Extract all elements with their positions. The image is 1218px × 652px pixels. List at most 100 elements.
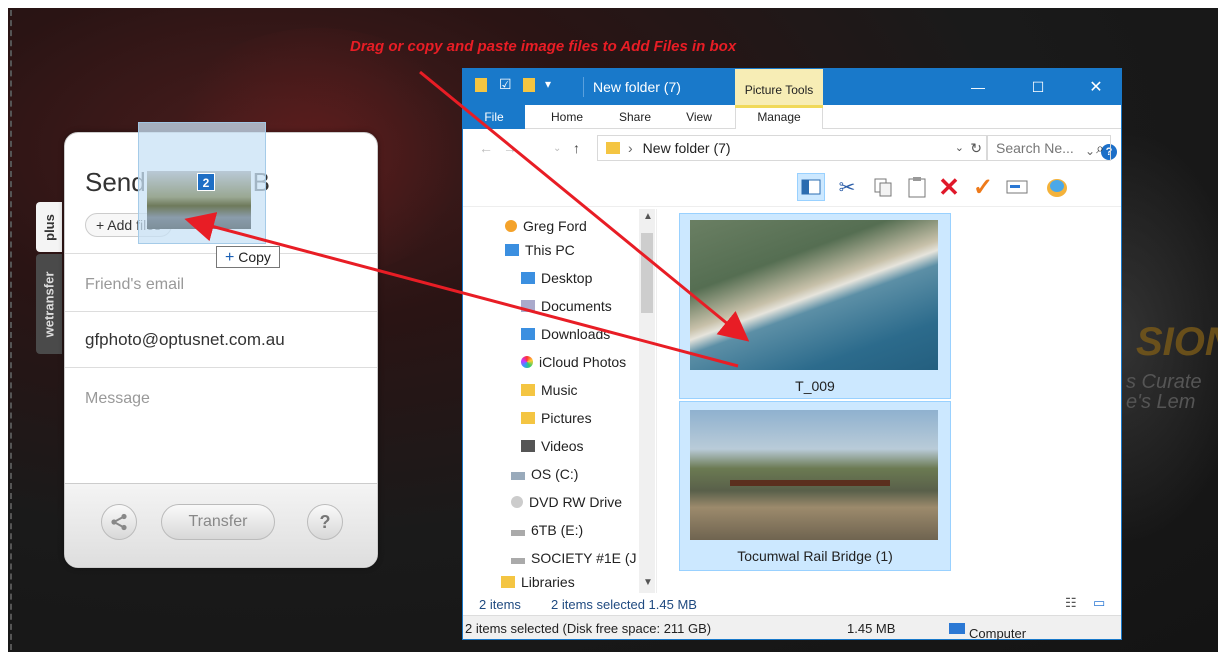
nav-item-music[interactable]: Music <box>521 379 578 401</box>
tab-view[interactable]: View <box>675 105 723 129</box>
delete-icon[interactable]: ✕ <box>935 172 963 202</box>
nav-item-greg-ford[interactable]: Greg Ford <box>505 215 587 237</box>
nav-scrollbar[interactable]: ▲ ▼ <box>639 209 655 593</box>
paste-icon[interactable] <box>903 173 931 201</box>
status-bar: 2 items 2 items selected 1.45 MB ☷ ▭ <box>463 593 1121 615</box>
file-item-t009[interactable]: T_009 <box>679 213 951 399</box>
location-label: Computer <box>949 621 1026 641</box>
nav-item-videos[interactable]: Videos <box>521 435 584 457</box>
icloud-icon <box>521 356 533 368</box>
scroll-down-icon[interactable]: ▼ <box>643 577 653 588</box>
nav-item-icloud-photos[interactable]: iCloud Photos <box>521 351 626 373</box>
file-list: T_009 Tocumwal Rail Bridge (1) <box>659 209 1121 593</box>
picture-tools-label: Picture Tools <box>735 69 823 105</box>
properties-icon[interactable]: ☑ <box>499 76 512 93</box>
tab-home[interactable]: Home <box>539 105 595 129</box>
drag-count-badge: 2 <box>197 173 215 191</box>
details-view-icon[interactable]: ☷ <box>1065 595 1077 611</box>
selection-detail: 2 items selected (Disk free space: 211 G… <box>465 621 712 636</box>
folder-icon <box>606 142 620 154</box>
search-input[interactable]: Search Ne... ⌕ <box>987 135 1111 161</box>
selection-size: 1.45 MB <box>847 621 896 636</box>
computer-icon <box>949 623 965 634</box>
nav-item-documents[interactable]: Documents <box>521 295 612 317</box>
cut-icon[interactable]: ✂ <box>833 173 861 201</box>
back-icon[interactable]: ← <box>479 140 493 156</box>
nav-item-this-pc[interactable]: This PC <box>505 239 575 261</box>
file-name: T_009 <box>795 378 835 394</box>
documents-icon <box>521 300 535 312</box>
drive-icon <box>511 530 525 536</box>
transfer-button[interactable]: Transfer <box>161 504 275 540</box>
nav-item-downloads[interactable]: Downloads <box>521 323 610 345</box>
videos-icon <box>521 440 535 452</box>
nav-item-desktop[interactable]: Desktop <box>521 267 592 289</box>
help-button[interactable]: ? <box>307 504 343 540</box>
scroll-up-icon[interactable]: ▲ <box>643 211 653 222</box>
music-icon <box>521 384 535 396</box>
chevron-down-icon[interactable]: ⌄ <box>955 136 964 160</box>
user-icon <box>505 220 517 232</box>
forward-icon[interactable]: → <box>503 140 517 156</box>
up-icon[interactable]: ↑ <box>573 140 580 156</box>
tab-file[interactable]: File <box>463 105 525 129</box>
refresh-icon[interactable]: ↻ <box>970 136 982 160</box>
image-thumbnail <box>690 410 938 540</box>
preview-pane-icon[interactable] <box>797 173 825 201</box>
tab-share[interactable]: Share <box>609 105 661 129</box>
nav-item-pictures[interactable]: Pictures <box>521 407 592 429</box>
minimize-button[interactable]: — <box>955 69 1001 105</box>
your-email-field[interactable]: gfphoto@optusnet.com.au <box>65 311 377 367</box>
background-text: SIONAR <box>1136 320 1218 364</box>
tab-manage[interactable]: Manage <box>735 105 823 129</box>
share-icon <box>111 513 127 531</box>
search-icon: ⌕ <box>1096 140 1104 156</box>
tab-wetransfer[interactable]: wetransfer <box>36 254 62 354</box>
background-text: s Curate e's Lem <box>1126 371 1202 413</box>
recent-locations-icon[interactable]: ⌄ <box>553 143 561 154</box>
picture-toolbar: ✂ ✕ ✓ <box>463 167 1121 207</box>
large-icons-view-icon[interactable]: ▭ <box>1093 595 1105 611</box>
folder-icon <box>501 576 515 588</box>
downloads-icon <box>521 328 535 340</box>
pc-icon <box>505 244 519 256</box>
pictures-icon <box>521 412 535 424</box>
ribbon-tabs: File Home Share View Manage ⌄? <box>463 105 1121 160</box>
image-thumbnail <box>690 220 938 370</box>
share-button[interactable] <box>101 504 137 540</box>
nav-item-society[interactable]: SOCIETY #1E (J <box>511 547 637 569</box>
drive-icon <box>511 558 525 564</box>
close-button[interactable]: ✕ <box>1073 69 1119 105</box>
folder-icon <box>521 272 535 284</box>
new-folder-icon[interactable] <box>523 78 535 96</box>
details-status-bar: 2 items selected (Disk free space: 211 G… <box>463 615 1121 641</box>
dvd-icon <box>511 496 523 508</box>
file-explorer-window: ☑ ▾ New folder (7) Picture Tools — ☐ ✕ F… <box>462 68 1122 641</box>
file-name: Tocumwal Rail Bridge (1) <box>737 548 893 564</box>
instruction-headline: Drag or copy and paste image files to Ad… <box>350 38 737 55</box>
maximize-button[interactable]: ☐ <box>1015 69 1061 105</box>
selection-info: 2 items selected 1.45 MB <box>551 597 697 612</box>
nav-item-os-c[interactable]: OS (C:) <box>511 463 578 485</box>
item-count: 2 items <box>479 597 521 612</box>
message-field[interactable]: Message <box>65 367 377 487</box>
chevron-right-icon: › <box>628 140 633 156</box>
tab-plus[interactable]: plus <box>36 202 62 252</box>
chevron-down-icon[interactable]: ▾ <box>545 77 551 91</box>
rename-icon[interactable] <box>1003 173 1031 201</box>
file-item-tocumwal-rail-bridge[interactable]: Tocumwal Rail Bridge (1) <box>679 401 951 571</box>
picture-tools-band <box>735 105 823 108</box>
plus-icon: + <box>225 249 235 266</box>
address-input[interactable]: › New folder (7) ⌄ ↻ <box>597 135 987 161</box>
panel-footer: Transfer ? <box>65 483 377 567</box>
nav-item-dvd-rw-drive[interactable]: DVD RW Drive <box>511 491 622 513</box>
checkmark-icon[interactable]: ✓ <box>969 173 997 201</box>
shell-icon[interactable] <box>1043 173 1071 201</box>
nav-item-libraries[interactable]: Libraries <box>501 571 575 593</box>
navigation-pane: Greg Ford This PC Desktop Documents Down… <box>463 209 657 593</box>
scroll-thumb[interactable] <box>641 233 653 313</box>
folder-icon <box>475 78 487 96</box>
drive-icon <box>511 472 525 480</box>
copy-icon[interactable] <box>869 173 897 201</box>
nav-item-6tb-e[interactable]: 6TB (E:) <box>511 519 583 541</box>
